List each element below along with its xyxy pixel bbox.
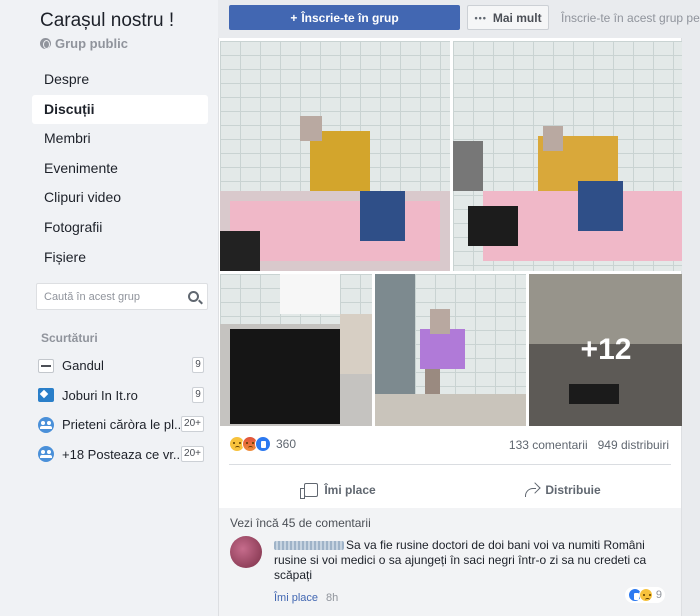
post-photo[interactable] <box>375 274 526 426</box>
comment-time[interactable]: 8h <box>326 592 338 604</box>
shortcut-label: +18 Posteaza ce vr... <box>62 446 180 462</box>
like-button[interactable]: Îmi place <box>229 474 451 506</box>
globe-icon <box>40 38 51 49</box>
photo-content <box>220 274 372 426</box>
sad-reaction-icon <box>638 588 653 602</box>
shortcut-label: Joburi In It.ro <box>62 387 138 403</box>
group-privacy: Grup public <box>40 36 128 51</box>
group-header-search-input[interactable] <box>555 5 700 30</box>
group-privacy-label: Grup public <box>55 36 128 51</box>
shortcut-item[interactable]: Prieteni căròra le pl... 20+ <box>38 410 206 440</box>
join-group-label: Înscrie-te în grup <box>301 10 399 25</box>
post-photo-more[interactable]: +12 <box>529 274 683 426</box>
thumbs-up-icon <box>300 483 319 499</box>
shortcuts-list: Gandul 9 Joburi In It.ro 9 Prieteni cărò… <box>38 351 206 469</box>
like-button-label: Îmi place <box>324 483 376 497</box>
post-card: +12 360 133 comentarii 949 distribuiri Î… <box>218 38 683 616</box>
view-more-comments-link[interactable]: Vezi încă 45 de comentarii <box>230 516 371 530</box>
like-reaction-icon <box>255 436 271 452</box>
comment-author-name-redacted[interactable] <box>274 541 344 551</box>
group-title[interactable]: Carașul nostru ! <box>40 10 174 32</box>
group-search-input[interactable] <box>44 290 179 303</box>
shortcut-badge: 9 <box>192 357 204 373</box>
nav-item-despre[interactable]: Despre <box>32 65 208 95</box>
shortcut-badge: 20+ <box>181 445 204 462</box>
joburi-icon <box>38 388 54 403</box>
search-icon[interactable] <box>188 291 199 302</box>
share-button[interactable]: Distribuie <box>451 474 673 506</box>
group-nav: Despre Discuții Membri Evenimente Clipur… <box>32 65 208 272</box>
nav-item-evenimente[interactable]: Evenimente <box>32 154 208 184</box>
nav-item-fotografii[interactable]: Fotografii <box>32 213 208 243</box>
shortcut-label: Gandul <box>62 358 104 374</box>
comment-reactions[interactable]: 9 <box>624 587 665 603</box>
photo-content <box>375 274 526 426</box>
group-search-box <box>36 283 208 310</box>
shortcut-badge: 9 <box>192 386 204 403</box>
share-button-label: Distribuie <box>545 483 601 497</box>
post-photo[interactable] <box>453 41 683 271</box>
shortcuts-title: Scurtături <box>41 331 98 345</box>
more-label: Mai mult <box>492 10 542 25</box>
right-column-edge <box>682 38 700 616</box>
shortcut-label: Prieteni căròra le pl... <box>62 417 180 433</box>
nav-item-membri[interactable]: Membri <box>32 124 208 154</box>
more-button[interactable]: ••• Mai mult <box>467 5 549 30</box>
plus-icon: + <box>290 10 298 25</box>
shortcut-badge: 20+ <box>181 416 204 432</box>
divider <box>229 464 671 465</box>
post-stats: 133 comentarii 949 distribuiri <box>509 438 669 452</box>
shortcut-item[interactable]: Joburi In It.ro 9 <box>38 381 206 411</box>
nav-item-discutii[interactable]: Discuții <box>32 94 208 125</box>
comment-reactions-count: 9 <box>655 589 662 601</box>
comment-body: Sa va fie rusine doctori de doi bani voi… <box>274 538 674 583</box>
more-dots-icon: ••• <box>474 12 487 23</box>
post-reactions[interactable]: 360 <box>229 436 296 452</box>
reactions-count: 360 <box>276 437 297 451</box>
gandul-icon <box>38 358 54 373</box>
post-photo[interactable] <box>220 41 450 271</box>
comments-count[interactable]: 133 comentarii <box>509 438 588 452</box>
shares-count[interactable]: 949 distribuiri <box>598 438 669 452</box>
avatar[interactable] <box>230 536 262 568</box>
photo-content <box>453 126 683 261</box>
shortcut-item[interactable]: Gandul 9 <box>38 351 206 381</box>
group-icon <box>38 446 54 463</box>
nav-item-clipuri-video[interactable]: Clipuri video <box>32 183 208 213</box>
nav-item-fisiere[interactable]: Fișiere <box>32 243 208 273</box>
post-photo[interactable] <box>220 274 372 426</box>
group-icon <box>38 416 54 433</box>
photo-content <box>220 116 450 271</box>
comment-like-link[interactable]: Îmi place <box>274 592 318 604</box>
shortcut-item[interactable]: +18 Posteaza ce vr... 20+ <box>38 440 206 470</box>
join-group-button[interactable]: + Înscrie-te în grup <box>229 5 460 30</box>
more-photos-count: +12 <box>529 274 683 426</box>
comments-section: Vezi încă 45 de comentarii Sa va fie rus… <box>219 508 681 616</box>
share-icon <box>523 483 539 497</box>
comment-meta: Îmi place 8h <box>274 592 338 604</box>
left-sidebar: Carașul nostru ! Grup public Despre Disc… <box>0 0 218 616</box>
